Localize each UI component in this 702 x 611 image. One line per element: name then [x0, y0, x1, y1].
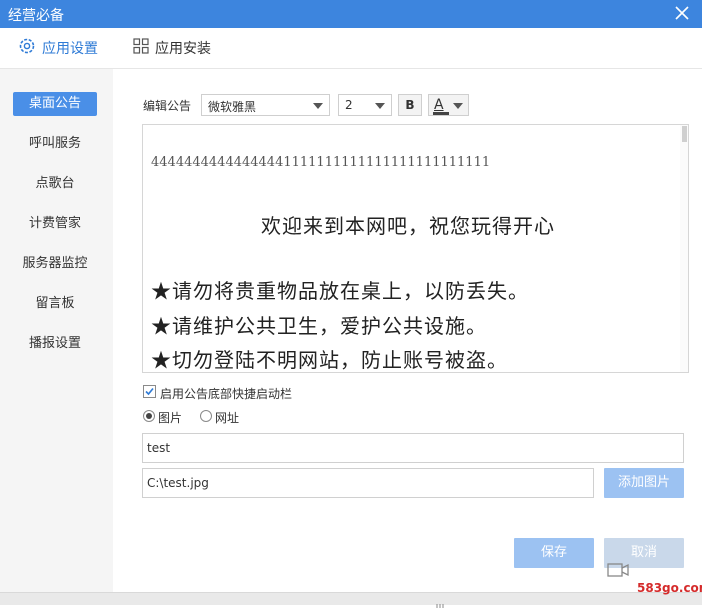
- sidebar-item-song-request[interactable]: 点歌台: [13, 172, 97, 196]
- grid-icon: [133, 38, 149, 58]
- close-icon[interactable]: [672, 3, 692, 23]
- sidebar-item-desktop-notice[interactable]: 桌面公告: [13, 92, 97, 116]
- add-image-button[interactable]: 添加图片: [604, 468, 684, 498]
- radio-url[interactable]: [200, 410, 212, 422]
- bold-button[interactable]: B: [398, 94, 422, 116]
- editor-rule-line: ★请维护公共卫生，爱护公共设施。: [151, 314, 487, 338]
- sidebar-item-broadcast-settings[interactable]: 播报设置: [13, 332, 97, 356]
- window-title: 经营必备: [8, 8, 64, 24]
- notice-editor[interactable]: 4444444444444444111111111111111111111111…: [142, 124, 689, 373]
- tab-label: 应用安装: [155, 41, 211, 57]
- save-button[interactable]: 保存: [514, 538, 594, 568]
- gear-icon: [18, 37, 36, 59]
- sidebar-item-server-monitor[interactable]: 服务器监控: [13, 252, 97, 276]
- tab-label: 应用设置: [42, 41, 98, 57]
- font-color-button[interactable]: A: [428, 94, 469, 116]
- sidebar-item-billing[interactable]: 计费管家: [13, 212, 97, 236]
- image-path-input[interactable]: C:\test.jpg: [142, 468, 594, 498]
- edit-notice-label: 编辑公告: [143, 99, 192, 113]
- status-bar: [0, 592, 702, 605]
- editor-scrollbar[interactable]: [680, 125, 688, 372]
- notice-text-value: test: [147, 441, 171, 455]
- chevron-down-icon: [313, 103, 323, 109]
- editor-rule-line: ★切勿登陆不明网站，防止账号被盗。: [151, 348, 508, 372]
- color-bar: [433, 112, 449, 115]
- image-path-value: C:\test.jpg: [147, 476, 209, 490]
- tab-app-settings[interactable]: 应用设置: [18, 28, 98, 68]
- watermark-icon: [606, 560, 630, 580]
- editor-welcome-line: 欢迎来到本网吧，祝您玩得开心: [261, 214, 555, 238]
- chevron-down-icon: [453, 103, 463, 109]
- font-size-select[interactable]: 2: [338, 94, 392, 116]
- editor-line: 4444444444444444111111111111111111111111…: [151, 155, 491, 170]
- sidebar-item-message-board[interactable]: 留言板: [13, 292, 97, 316]
- radio-image-label: 图片: [158, 411, 183, 425]
- font-family-value: 微软雅黑: [208, 100, 257, 114]
- title-bar: 经营必备: [0, 0, 702, 28]
- chevron-down-icon: [375, 103, 385, 109]
- radio-image[interactable]: [143, 410, 155, 422]
- font-size-value: 2: [345, 98, 353, 112]
- editor-rule-line: ★请勿将贵重物品放在桌上，以防丢失。: [151, 279, 529, 303]
- font-family-select[interactable]: 微软雅黑: [201, 94, 330, 116]
- resize-grip-icon[interactable]: [436, 597, 446, 608]
- radio-url-label: 网址: [215, 411, 240, 425]
- enable-quickbar-checkbox[interactable]: [143, 385, 156, 398]
- watermark-text: 583go.com: [637, 581, 702, 595]
- tab-app-install[interactable]: 应用安装: [133, 28, 211, 68]
- sidebar-item-call-service[interactable]: 呼叫服务: [13, 132, 97, 156]
- sidebar: 桌面公告 呼叫服务 点歌台 计费管家 服务器监控 留言板 播报设置: [0, 69, 113, 592]
- scrollbar-thumb[interactable]: [682, 126, 687, 142]
- notice-text-input[interactable]: test: [142, 433, 684, 463]
- enable-quickbar-label: 启用公告底部快捷启动栏: [160, 387, 293, 401]
- top-nav: 应用设置 应用安装: [0, 28, 702, 69]
